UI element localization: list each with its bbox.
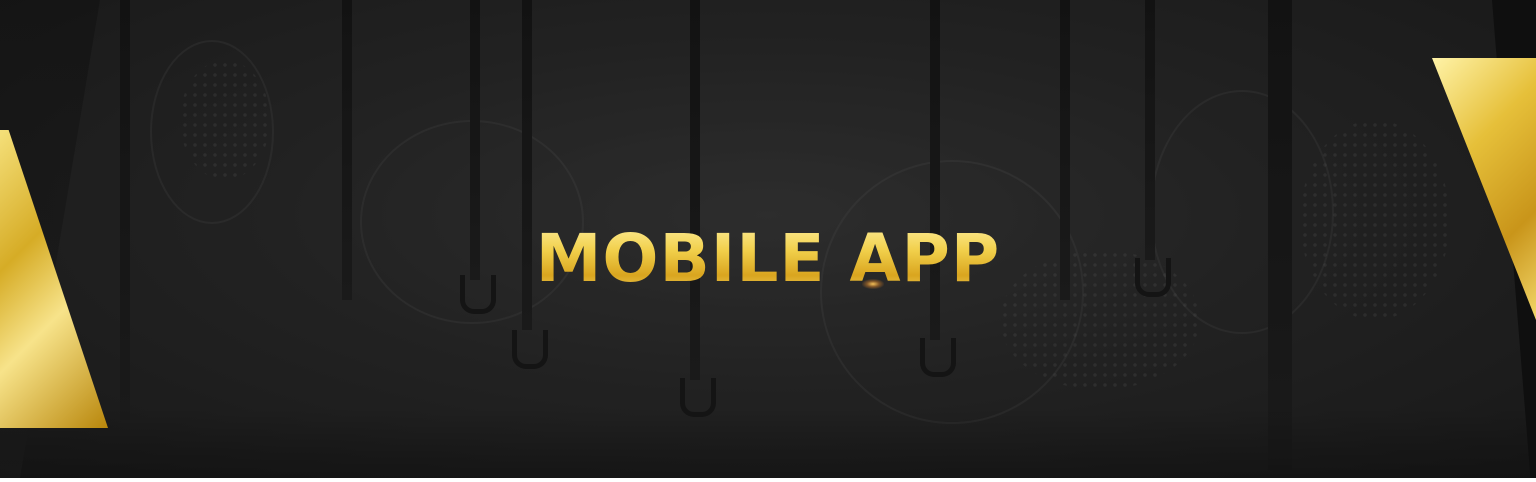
title-container: MOBILE APP: [0, 218, 1536, 300]
sparkle-icon: [862, 279, 884, 289]
hero-banner: MOBILE APP: [0, 0, 1536, 478]
bottom-divider: [0, 478, 1536, 482]
page-title: MOBILE APP: [0, 218, 1536, 300]
